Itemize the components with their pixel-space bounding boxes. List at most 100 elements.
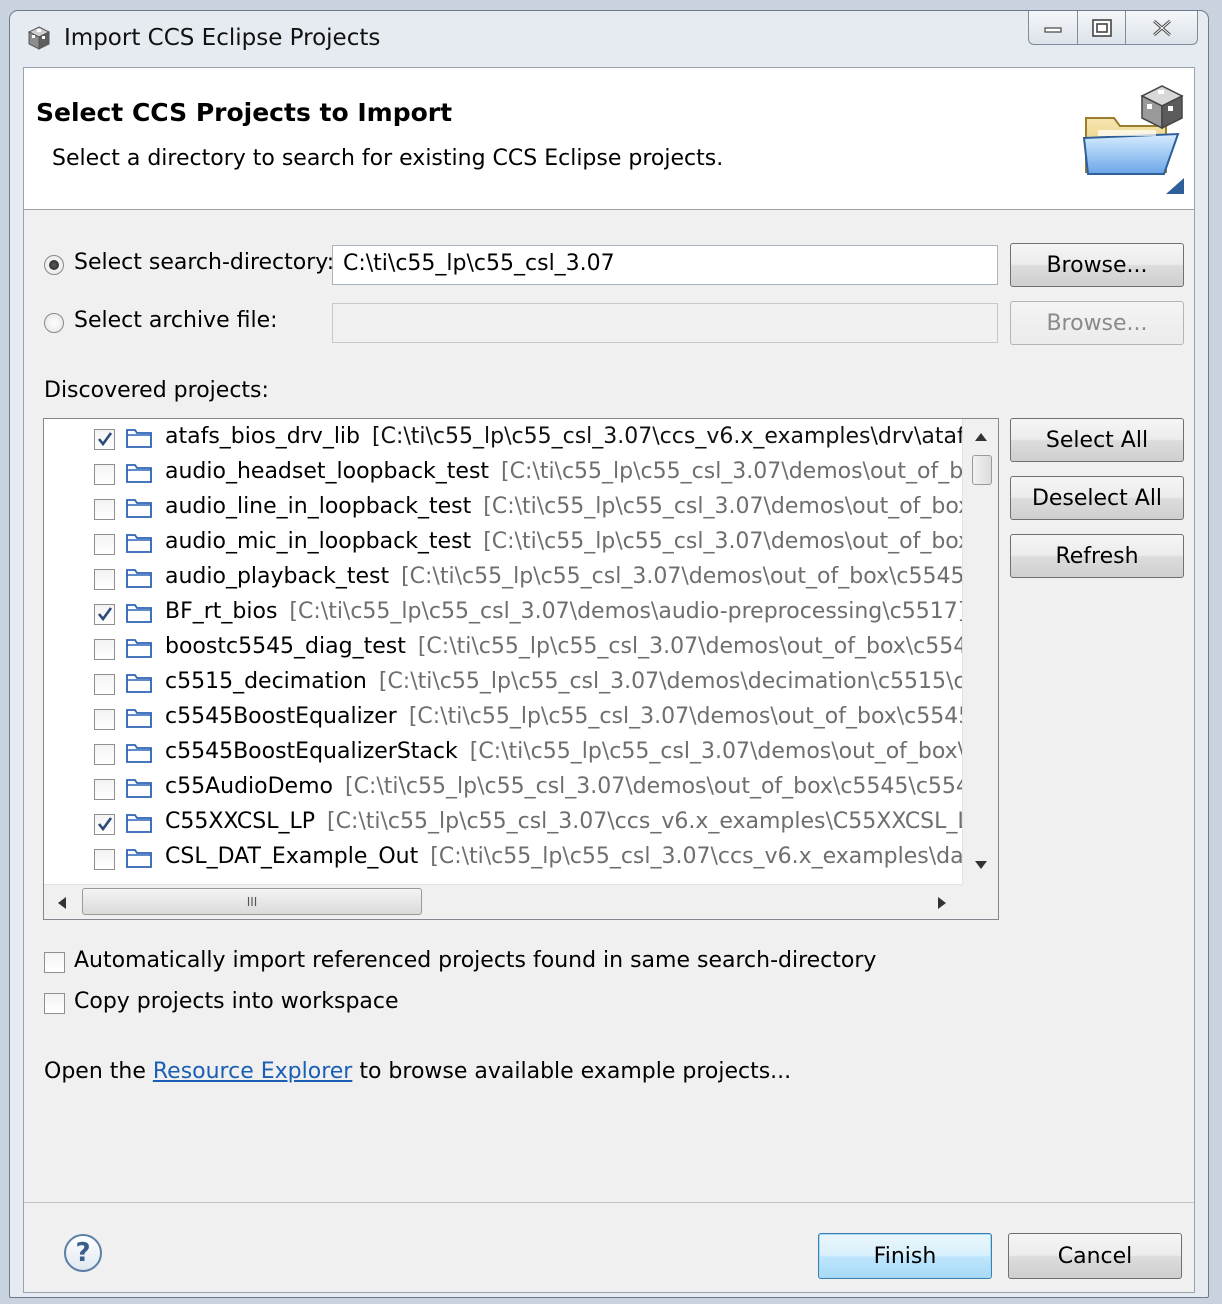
search-directory-radio[interactable] — [44, 255, 64, 275]
project-folder-icon — [126, 534, 152, 553]
project-path: [C:\ti\c55_lp\c55_csl_3.07\demos\out_of_… — [501, 459, 962, 484]
project-path: [C:\ti\c55_lp\c55_csl_3.07\ccs_v6.x_exam… — [327, 809, 962, 834]
project-path: [C:\ti\c55_lp\c55_csl_3.07\demos\out_of_… — [469, 739, 962, 764]
project-row[interactable]: c5545BoostEqualizer [C:\ti\c55_lp\c55_csl… — [44, 701, 962, 736]
project-checkbox[interactable] — [94, 569, 115, 590]
archive-file-radio[interactable] — [44, 313, 64, 333]
project-name: C55XXCSL_LP — [165, 809, 316, 834]
refresh-button[interactable]: Refresh — [1010, 534, 1184, 578]
discovered-projects-label: Discovered projects: — [44, 378, 269, 403]
cancel-button[interactable]: Cancel — [1008, 1233, 1182, 1279]
copy-projects-label: Copy projects into workspace — [74, 989, 399, 1014]
archive-file-label: Select archive file: — [74, 308, 278, 333]
project-checkbox[interactable] — [94, 639, 115, 660]
project-label: audio_playback_test [C:\ti\c55_lp\c55_csl… — [165, 564, 962, 589]
resource-explorer-link[interactable]: Resource Explorer — [153, 1059, 352, 1084]
project-row[interactable]: c5515_decimation [C:\ti\c55_lp\c55_csl_3.… — [44, 666, 962, 701]
deselect-all-button[interactable]: Deselect All — [1010, 476, 1184, 520]
project-path: [C:\ti\c55_lp\c55_csl_3.07\demos\out_of_… — [483, 494, 962, 519]
project-row[interactable]: audio_line_in_loopback_test [C:\ti\c55_lp… — [44, 491, 962, 526]
project-label: c5515_decimation [C:\ti\c55_lp\c55_csl_3.… — [165, 669, 962, 694]
browse-archive-button[interactable]: Browse... — [1010, 301, 1184, 345]
project-folder-icon — [126, 639, 152, 658]
project-row[interactable]: C55XXCSL_LP [C:\ti\c55_lp\c55_csl_3.07\cc… — [44, 806, 962, 841]
project-checkbox[interactable] — [94, 429, 115, 450]
maximize-icon — [1091, 18, 1112, 37]
finish-button[interactable]: Finish — [818, 1233, 992, 1279]
copy-projects-checkbox[interactable] — [44, 993, 65, 1014]
scroll-up-icon[interactable] — [973, 431, 989, 443]
project-label: c55AudioDemo [C:\ti\c55_lp\c55_csl_3.07\d… — [165, 774, 962, 799]
project-checkbox[interactable] — [94, 849, 115, 870]
project-checkbox[interactable] — [94, 604, 115, 625]
search-directory-input[interactable]: C:\ti\c55_lp\c55_csl_3.07 — [332, 245, 998, 285]
project-path: [C:\ti\c55_lp\c55_csl_3.07\demos\decimat… — [378, 669, 962, 694]
project-folder-icon — [126, 429, 152, 448]
project-checkbox[interactable] — [94, 709, 115, 730]
project-folder-icon — [126, 569, 152, 588]
scroll-down-icon[interactable] — [973, 859, 989, 871]
help-button[interactable]: ? — [64, 1234, 102, 1272]
project-name: BF_rt_bios — [165, 599, 278, 624]
select-all-button[interactable]: Select All — [1010, 418, 1184, 462]
close-button[interactable] — [1126, 11, 1198, 45]
import-folder-icon — [1082, 85, 1184, 194]
project-checkbox[interactable] — [94, 464, 115, 485]
vertical-scrollbar[interactable] — [962, 419, 998, 885]
project-row[interactable]: atafs_bios_drv_lib [C:\ti\c55_lp\c55_csl_… — [44, 421, 962, 456]
project-name: c5545BoostEqualizerStack — [165, 739, 458, 764]
checkmark-icon — [97, 432, 113, 447]
project-label: atafs_bios_drv_lib [C:\ti\c55_lp\c55_csl_… — [165, 424, 962, 449]
project-checkbox[interactable] — [94, 779, 115, 800]
page-title: Select CCS Projects to Import — [36, 98, 453, 127]
project-row[interactable]: audio_headset_loopback_test [C:\ti\c55_lp… — [44, 456, 962, 491]
project-name: audio_line_in_loopback_test — [165, 494, 472, 519]
checkmark-icon — [97, 607, 113, 622]
discovered-projects-list[interactable]: atafs_bios_drv_lib [C:\ti\c55_lp\c55_csl_… — [43, 418, 999, 920]
project-folder-icon — [126, 779, 152, 798]
resource-hint-prefix: Open the — [44, 1059, 153, 1084]
project-name: CSL_DAT_Example_Out — [165, 844, 419, 869]
project-row[interactable]: c55AudioDemo [C:\ti\c55_lp\c55_csl_3.07\d… — [44, 771, 962, 806]
project-folder-icon — [126, 744, 152, 763]
scroll-right-icon[interactable] — [936, 895, 948, 911]
scroll-left-icon[interactable] — [56, 895, 68, 911]
project-folder-icon — [126, 604, 152, 623]
project-checkbox[interactable] — [94, 534, 115, 555]
horizontal-scrollbar[interactable]: III — [44, 884, 962, 919]
page-description: Select a directory to search for existin… — [52, 146, 724, 171]
project-name: audio_headset_loopback_test — [165, 459, 490, 484]
project-label: audio_line_in_loopback_test [C:\ti\c55_lp… — [165, 494, 962, 519]
project-checkbox[interactable] — [94, 744, 115, 765]
project-checkbox[interactable] — [94, 499, 115, 520]
project-path: [C:\ti\c55_lp\c55_csl_3.07\ccs_v6.x_exam… — [372, 424, 962, 449]
auto-import-checkbox[interactable] — [44, 952, 65, 973]
search-directory-label: Select search-directory: — [74, 250, 335, 275]
project-rows: atafs_bios_drv_lib [C:\ti\c55_lp\c55_csl_… — [44, 419, 962, 885]
project-name: c5515_decimation — [165, 669, 367, 694]
minimize-icon — [1044, 26, 1062, 33]
project-path: [C:\ti\c55_lp\c55_csl_3.07\demos\audio-p… — [289, 599, 962, 624]
project-folder-icon — [126, 464, 152, 483]
project-row[interactable]: c5545BoostEqualizerStack [C:\ti\c55_lp\c5… — [44, 736, 962, 771]
project-label: BF_rt_bios [C:\ti\c55_lp\c55_csl_3.07\dem… — [165, 599, 962, 624]
browse-directory-button[interactable]: Browse... — [1010, 243, 1184, 287]
project-path: [C:\ti\c55_lp\c55_csl_3.07\ccs_v6.x_exam… — [430, 844, 962, 869]
project-row[interactable]: audio_playback_test [C:\ti\c55_lp\c55_csl… — [44, 561, 962, 596]
vertical-scroll-thumb[interactable] — [972, 455, 992, 485]
project-row[interactable]: boostc5545_diag_test [C:\ti\c55_lp\c55_cs… — [44, 631, 962, 666]
project-path: [C:\ti\c55_lp\c55_csl_3.07\demos\out_of_… — [417, 634, 962, 659]
minimize-button[interactable] — [1028, 11, 1078, 45]
project-checkbox[interactable] — [94, 814, 115, 835]
horizontal-scroll-thumb[interactable]: III — [82, 888, 422, 915]
project-row[interactable]: CSL_DAT_Example_Out [C:\ti\c55_lp\c55_csl… — [44, 841, 962, 876]
project-path: [C:\ti\c55_lp\c55_csl_3.07\demos\out_of_… — [401, 564, 962, 589]
project-folder-icon — [126, 709, 152, 728]
archive-file-input[interactable] — [332, 303, 998, 343]
app-icon — [27, 26, 51, 50]
maximize-button[interactable] — [1078, 11, 1126, 45]
project-row[interactable]: audio_mic_in_loopback_test [C:\ti\c55_lp\… — [44, 526, 962, 561]
scrollbar-corner — [962, 884, 998, 919]
project-checkbox[interactable] — [94, 674, 115, 695]
project-row[interactable]: BF_rt_bios [C:\ti\c55_lp\c55_csl_3.07\dem… — [44, 596, 962, 631]
